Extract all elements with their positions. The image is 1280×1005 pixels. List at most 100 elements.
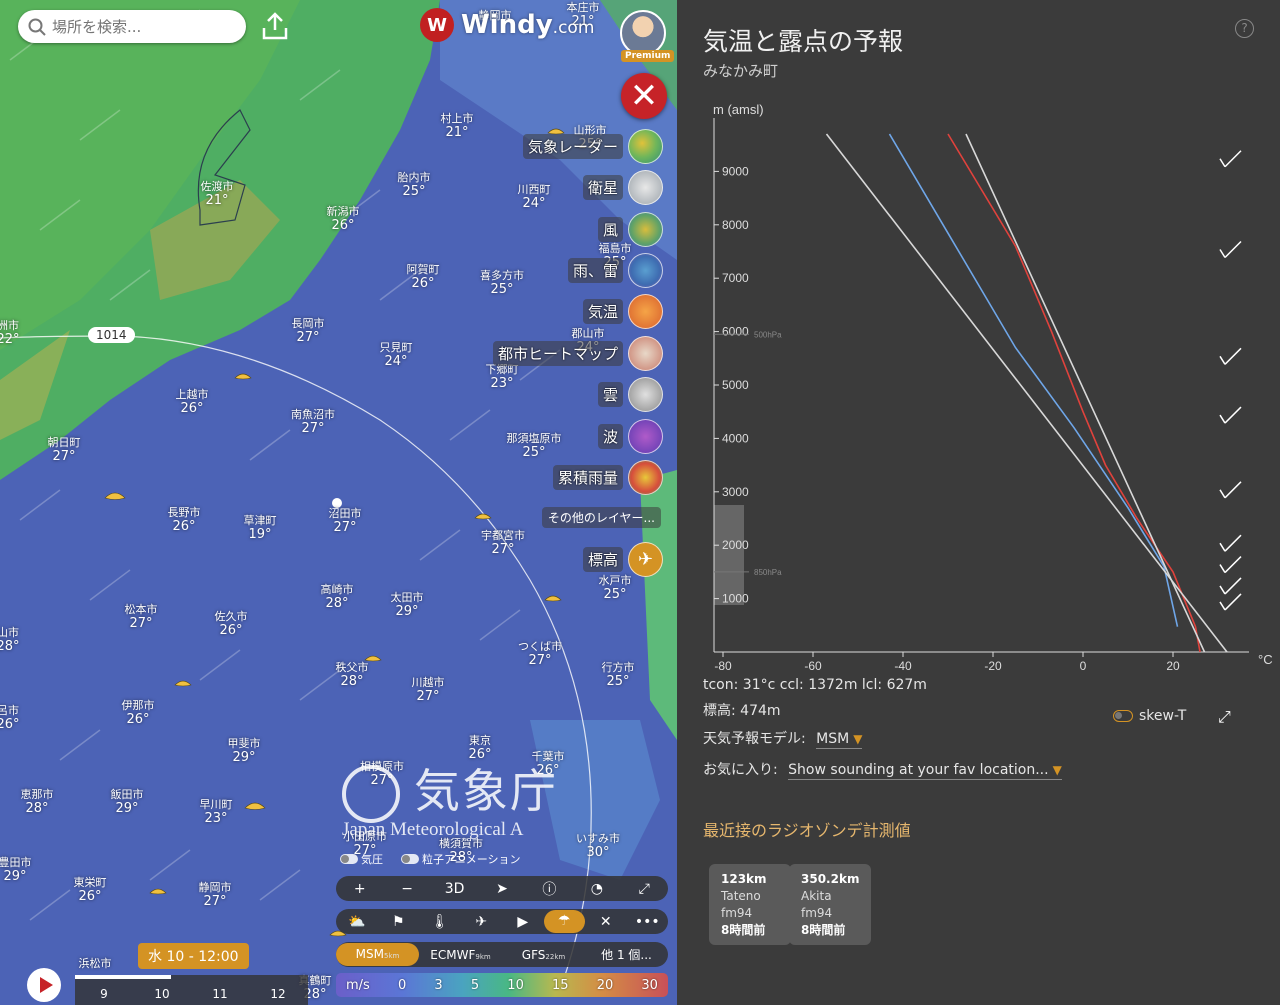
city-label[interactable]: 那須塩原市 25° <box>507 432 562 461</box>
station-card-tateno[interactable]: 123km Tateno fm94 8時間前 <box>709 864 791 945</box>
city-label[interactable]: 洲市 22° <box>0 319 20 348</box>
wind-barb-icon <box>1219 240 1242 259</box>
city-label[interactable]: つくば市 27° <box>518 640 562 669</box>
skew-t-toggle[interactable]: skew-T <box>1113 708 1186 724</box>
toolbar-button[interactable]: − <box>383 881 430 897</box>
help-icon[interactable]: ? <box>1235 19 1254 38</box>
city-name: 秩父市 <box>335 661 369 674</box>
city-label[interactable]: 佐久市 26° <box>215 610 248 639</box>
city-label[interactable]: 松本市 27° <box>125 603 158 632</box>
city-label[interactable]: 上越市 26° <box>176 388 209 417</box>
model-dropdown[interactable]: MSM ▼ <box>816 731 863 749</box>
layer-item[interactable]: 衛星 <box>582 169 663 205</box>
city-label[interactable]: 長岡市 27° <box>292 317 325 346</box>
city-label[interactable]: 水戸市 25° <box>599 574 632 603</box>
city-label[interactable]: 行方市 25° <box>602 661 635 690</box>
more-layers-button[interactable]: その他のレイヤー... <box>541 507 661 528</box>
city-label[interactable]: 胎内市 25° <box>398 171 431 200</box>
layer-item[interactable]: 雲 <box>597 376 663 412</box>
city-label[interactable]: 浜松市 <box>79 957 112 971</box>
toolbar-button[interactable]: ⚑ <box>378 914 420 930</box>
toolbar-button[interactable]: ◔ <box>573 881 620 897</box>
city-label[interactable]: 草津町 19° <box>244 514 277 543</box>
city-label[interactable]: 只見町 24° <box>380 341 413 370</box>
city-label[interactable]: 新潟市 26° <box>327 205 360 234</box>
user-avatar[interactable]: Premium <box>620 10 675 62</box>
toolbar-button[interactable]: ➤ <box>478 881 525 897</box>
timeline[interactable]: 9 10 11 12 <box>75 975 308 1005</box>
play-button[interactable] <box>27 968 61 1002</box>
toolbar-button[interactable]: ▶ <box>502 914 544 930</box>
city-label[interactable]: いすみ市 30° <box>576 832 620 861</box>
city-temp: 21° <box>205 192 229 208</box>
city-label[interactable]: 朝日町 27° <box>48 436 81 465</box>
map-view[interactable]: 静岡市本庄市21°村上市21°山形市25°佐渡市21°胎内市25°川西町24°新… <box>0 0 677 1005</box>
model-button[interactable]: MSM5km <box>336 943 419 966</box>
city-label[interactable]: 伊那市 26° <box>122 699 155 728</box>
city-label[interactable]: 喜多方市 25° <box>480 269 524 298</box>
city-label[interactable]: 豊田市 29° <box>0 856 32 885</box>
search-bar[interactable] <box>18 10 246 43</box>
city-label[interactable]: 山市 28° <box>0 626 20 655</box>
city-temp: 26° <box>126 711 150 727</box>
city-label[interactable]: 長野市 26° <box>168 506 201 535</box>
toolbar-button[interactable]: ✈ <box>461 914 503 930</box>
toolbar-button[interactable]: ⤢ <box>621 881 668 897</box>
legend-label: 20 <box>596 977 614 993</box>
toolbar-button[interactable]: ⓘ <box>526 879 573 899</box>
share-icon[interactable] <box>262 12 288 40</box>
close-button[interactable]: ✕ <box>621 73 667 119</box>
layer-item[interactable]: 都市ヒートマップ <box>492 335 663 371</box>
jma-logo-icon <box>342 765 400 823</box>
city-label[interactable]: 南魚沼市 27° <box>291 408 335 437</box>
toolbar-button[interactable]: ☂ <box>543 910 585 933</box>
fullscreen-icon[interactable]: ⤢ <box>1218 707 1231 727</box>
legend-label: 3 <box>434 977 443 993</box>
city-temp: 25° <box>606 673 630 689</box>
layer-item[interactable]: 雨、雷 <box>567 252 663 288</box>
toolbar-button[interactable]: ••• <box>627 914 669 930</box>
windy-logo[interactable]: W Windy.com <box>420 8 594 42</box>
city-label[interactable]: 川西町 24° <box>518 183 551 212</box>
city-label[interactable]: 佐渡市 21° <box>201 180 234 209</box>
city-label[interactable]: 早川町 23° <box>200 798 233 827</box>
city-label[interactable]: 村上市 21° <box>441 112 474 141</box>
city-label[interactable]: 恵那市 28° <box>21 788 54 817</box>
overlay-controls-bar: ⛅ ⚑ 🌡 ✈ ▶ ☂ ✕ ••• <box>336 909 668 934</box>
pressure-toggle[interactable]: 気圧 <box>340 851 383 867</box>
sounding-chart[interactable]: m (amsl) °C 1000 2000 3000 4000 5000 6000 7000 80… <box>677 95 1280 675</box>
city-name: つくば市 <box>518 640 562 653</box>
layer-item[interactable]: 累積雨量 <box>552 459 663 495</box>
layer-item[interactable]: 気温 <box>582 293 663 329</box>
model-button[interactable]: GFS22km <box>502 948 585 962</box>
layer-item[interactable]: 波 <box>597 418 663 454</box>
toolbar-button[interactable]: 🌡 <box>419 914 461 930</box>
city-label[interactable]: 静岡市 27° <box>199 881 232 910</box>
city-label[interactable]: 呂市 26° <box>0 704 20 733</box>
layer-item[interactable]: 風 <box>597 211 663 247</box>
city-label[interactable]: 秩父市 28° <box>335 661 369 690</box>
city-label[interactable]: 高崎市 28° <box>321 583 354 612</box>
city-label[interactable]: 阿賀町 26° <box>407 263 440 292</box>
layer-item[interactable]: 気象レーダー <box>522 128 663 164</box>
city-label[interactable]: 飯田市 29° <box>111 788 144 817</box>
city-label[interactable]: 東栄町 26° <box>74 876 107 905</box>
city-label[interactable]: 宇都宮市 27° <box>481 529 525 558</box>
city-label[interactable]: 川越市 27° <box>412 676 445 705</box>
toolbar-button[interactable]: 3D <box>431 881 478 897</box>
city-label[interactable]: 甲斐市 29° <box>228 737 261 766</box>
favorites-dropdown[interactable]: Show sounding at your fav location... ▼ <box>788 762 1062 780</box>
search-input[interactable] <box>52 17 232 36</box>
model-button[interactable]: ECMWF9km <box>419 948 502 962</box>
city-temp: 25° <box>603 586 627 602</box>
particles-toggle[interactable]: 粒子アニメーション <box>401 851 521 867</box>
toolbar-button[interactable]: + <box>336 881 383 897</box>
layer-elevation[interactable]: 標高 ✈ <box>582 541 663 577</box>
toolbar-button[interactable]: ⛅ <box>336 914 378 930</box>
station-card-akita[interactable]: 350.2km Akita fm94 8時間前 <box>789 864 871 945</box>
city-label[interactable]: 太田市 29° <box>391 591 424 620</box>
convection-info: tcon: 31°c ccl: 1372m lcl: 627m <box>703 677 927 693</box>
model-button[interactable]: 他 1 個... <box>585 946 668 963</box>
city-label[interactable]: 沼田市 27° <box>329 507 362 536</box>
toolbar-button[interactable]: ✕ <box>585 914 627 930</box>
